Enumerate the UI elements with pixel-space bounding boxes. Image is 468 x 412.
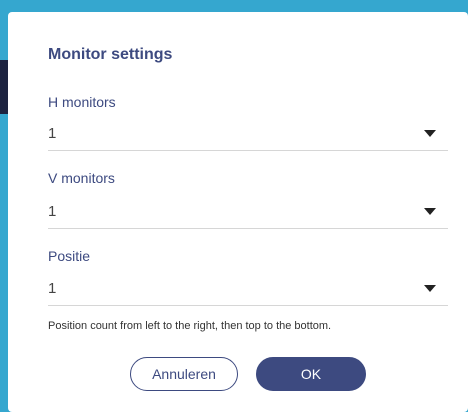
ok-button[interactable]: OK	[256, 357, 366, 391]
chevron-down-icon	[424, 285, 436, 292]
chevron-down-icon	[424, 130, 436, 137]
dialog-title: Monitor settings	[48, 46, 173, 63]
v-monitors-select[interactable]: 1	[48, 198, 448, 229]
position-hint: Position count from left to the right, t…	[48, 320, 332, 332]
positie-select[interactable]: 1	[48, 275, 448, 306]
cancel-button[interactable]: Annuleren	[130, 357, 238, 391]
screen-frame: Monitor settings H monitors 1 V monitors…	[0, 0, 468, 412]
h-monitors-select[interactable]: 1	[48, 120, 448, 151]
chevron-down-icon	[424, 208, 436, 215]
positie-label: Positie	[48, 248, 91, 264]
h-monitors-label: H monitors	[48, 94, 116, 110]
h-monitors-value: 1	[48, 125, 57, 142]
v-monitors-label: V monitors	[48, 170, 115, 186]
monitor-settings-dialog: Monitor settings H monitors 1 V monitors…	[8, 12, 468, 412]
positie-value: 1	[48, 280, 57, 297]
v-monitors-value: 1	[48, 203, 57, 220]
